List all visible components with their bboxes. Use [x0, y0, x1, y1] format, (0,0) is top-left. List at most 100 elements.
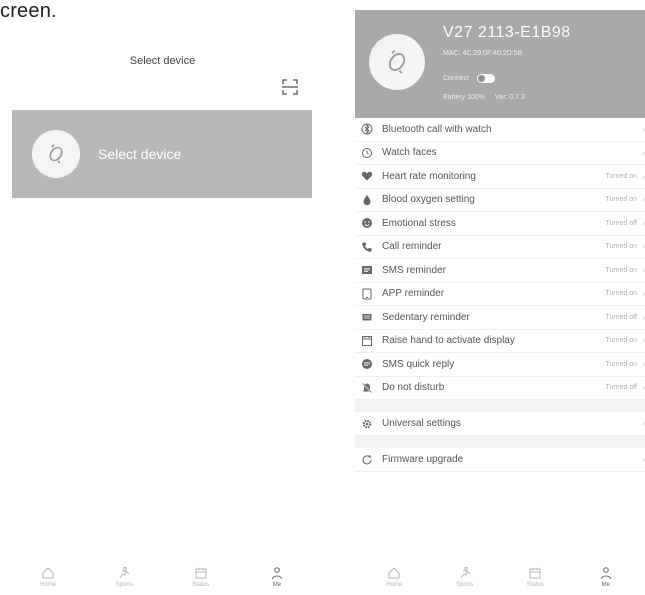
firmware-version: Ver: 0.7.3 [495, 94, 525, 101]
setting-label: SMS reminder [382, 264, 446, 276]
chevron-right-icon: › [642, 359, 645, 369]
sms-icon [360, 263, 374, 277]
calendar-icon [529, 567, 541, 579]
setting-status: Turned on [605, 266, 637, 274]
drop-icon [360, 193, 374, 207]
watch-icon [32, 130, 80, 178]
setting-status: Turned on [605, 196, 637, 204]
tab-label: Status [526, 582, 544, 588]
setting-blood-oxygen[interactable]: Blood oxygen setting Turned on › [355, 189, 645, 212]
select-device-card[interactable]: Select device [12, 110, 312, 198]
tab-label: Home [386, 582, 403, 588]
chevron-right-icon: › [642, 171, 645, 181]
setting-universal[interactable]: Universal settings › [355, 412, 645, 436]
tab-label: Me [601, 582, 610, 588]
connection-toggle[interactable] [477, 74, 496, 83]
bluetooth-icon [360, 122, 374, 136]
chevron-right-icon: › [642, 383, 645, 393]
chevron-right-icon: › [642, 195, 645, 205]
device-header: V27 2113-E1B98 MAC: 4C:29:0F:40:2D:5B Co… [355, 10, 645, 118]
section-divider [355, 436, 645, 448]
calendar-icon [195, 567, 207, 579]
tab-me[interactable]: Me [252, 566, 302, 588]
watch-icon [360, 146, 374, 160]
setting-label: SMS quick reply [382, 358, 455, 370]
tab-me[interactable]: Me [581, 566, 631, 588]
chevron-right-icon: › [642, 124, 645, 134]
chevron-right-icon: › [642, 419, 645, 428]
person-icon [600, 567, 611, 580]
raise-hand-icon [360, 334, 374, 348]
sports-icon [119, 566, 130, 579]
device-mac: MAC: 4C:29:0F:40:2D:5B [443, 50, 523, 57]
tab-label: Sports [456, 582, 474, 588]
setting-status: Turned off [605, 313, 637, 321]
setting-status: Turned off [605, 384, 637, 392]
setting-status: Turned on [605, 243, 637, 251]
setting-heart-rate[interactable]: Heart rate monitoring Turned on › [355, 165, 645, 189]
device-settings-screen: V27 2113-E1B98 MAC: 4C:29:0F:40:2D:5B Co… [345, 0, 645, 595]
emotion-icon [360, 216, 374, 230]
setting-raise-hand[interactable]: Raise hand to activate display Turned on… [355, 330, 645, 353]
setting-sedentary-reminder[interactable]: Sedentary reminder Turned off › [355, 306, 645, 330]
tab-status[interactable]: Status [176, 566, 226, 588]
bottom-tab-bar: Home Sports Status Me [345, 559, 645, 595]
setting-label: Blood oxygen setting [382, 194, 475, 206]
setting-app-reminder[interactable]: APP reminder Turned on › [355, 283, 645, 306]
page-caption: creen. [0, 0, 57, 22]
device-name: V27 2113-E1B98 [443, 24, 571, 41]
gear-icon [360, 417, 374, 431]
settings-list: Bluetooth call with watch › Watch faces … [355, 118, 645, 472]
setting-call-reminder[interactable]: Call reminder Turned on › [355, 236, 645, 259]
chevron-right-icon: › [642, 218, 645, 228]
tab-home[interactable]: Home [369, 566, 419, 588]
setting-label: Raise hand to activate display [382, 335, 515, 347]
home-icon [42, 567, 54, 579]
page-title: Select device [129, 55, 196, 67]
setting-emotional-stress[interactable]: Emotional stress Turned off › [355, 212, 645, 236]
setting-label: Sedentary reminder [382, 311, 470, 323]
tab-status[interactable]: Status [510, 566, 560, 588]
person-icon [271, 567, 282, 580]
setting-status: Turned on [605, 172, 637, 180]
setting-sms-reminder[interactable]: SMS reminder Turned on › [355, 259, 645, 283]
setting-status: Turned on [605, 360, 637, 368]
setting-do-not-disturb[interactable]: Do not disturb Turned off › [355, 377, 645, 400]
chevron-right-icon: › [642, 148, 645, 158]
chevron-right-icon: › [642, 336, 645, 346]
tab-sports[interactable]: Sports [440, 566, 490, 588]
bottom-tab-bar: Home Sports Status Me [0, 559, 325, 595]
chevron-right-icon: › [642, 312, 645, 322]
scan-icon[interactable] [281, 78, 299, 96]
chevron-right-icon: › [642, 289, 645, 299]
setting-sms-quick-reply[interactable]: SMS quick reply Turned on › [355, 353, 645, 377]
tab-label: Me [272, 582, 282, 588]
battery-label: Battery 100% [443, 94, 486, 101]
setting-label: Universal settings [382, 418, 461, 429]
setting-watch-faces[interactable]: Watch faces › [355, 142, 645, 165]
quick-reply-icon [360, 357, 374, 371]
chevron-right-icon: › [642, 455, 645, 464]
tab-sports[interactable]: Sports [99, 566, 149, 588]
setting-label: Call reminder [382, 241, 442, 253]
setting-status: Turned on [605, 290, 637, 298]
connection-label: Connect [443, 75, 470, 82]
setting-firmware-upgrade[interactable]: Firmware upgrade › [355, 448, 645, 472]
tab-home[interactable]: Home [23, 566, 73, 588]
sedentary-icon [360, 310, 374, 324]
setting-label: Do not disturb [382, 382, 445, 394]
setting-label: Watch faces [382, 147, 437, 159]
setting-bluetooth-call[interactable]: Bluetooth call with watch › [355, 118, 645, 142]
setting-label: APP reminder [382, 288, 445, 300]
battery-row: Battery 100% Ver: 0.7.3 [443, 94, 525, 101]
setting-status: Turned off [605, 219, 637, 227]
setting-label: Heart rate monitoring [382, 170, 476, 182]
section-divider [355, 400, 645, 412]
watch-icon [369, 34, 425, 90]
tab-label: Sports [115, 582, 134, 588]
refresh-icon [360, 453, 374, 467]
dnd-icon [360, 381, 374, 395]
connection-row: Connect [443, 74, 496, 83]
chevron-right-icon: › [642, 242, 645, 252]
setting-label: Bluetooth call with watch [382, 123, 492, 135]
